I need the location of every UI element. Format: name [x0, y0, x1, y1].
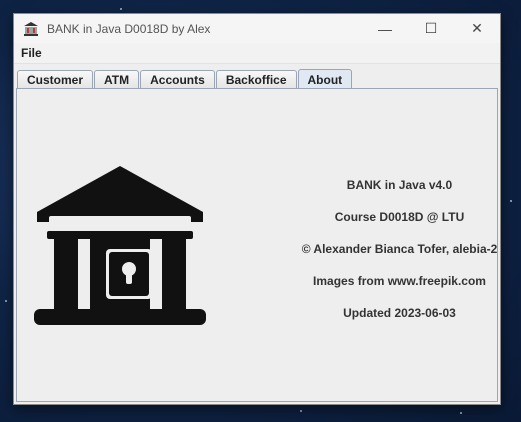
- tab-accounts[interactable]: Accounts: [140, 70, 215, 89]
- tab-atm[interactable]: ATM: [94, 70, 140, 89]
- close-button[interactable]: ✕: [454, 14, 500, 43]
- maximize-button[interactable]: ☐: [408, 14, 454, 43]
- bank-building-icon: [32, 164, 208, 335]
- tab-strip: Customer ATM Accounts Backoffice About: [17, 69, 353, 89]
- minimize-icon: —: [378, 20, 392, 37]
- tab-about[interactable]: About: [297, 69, 353, 89]
- tab-customer[interactable]: Customer: [17, 70, 94, 89]
- about-panel: BANK in Java v4.0 Course D0018D @ LTU © …: [16, 88, 498, 402]
- title-bar[interactable]: BANK in Java D0018D by Alex — ☐ ✕: [14, 14, 500, 43]
- close-icon: ✕: [471, 20, 483, 36]
- window-title: BANK in Java D0018D by Alex: [47, 21, 211, 36]
- about-updated: Updated 2023-06-03: [343, 306, 456, 320]
- app-window: BANK in Java D0018D by Alex — ☐ ✕ File C…: [13, 13, 501, 405]
- bank-app-icon: [23, 21, 39, 37]
- menu-file[interactable]: File: [21, 46, 42, 60]
- about-images-credit: Images from www.freepik.com: [313, 274, 486, 288]
- about-info: BANK in Java v4.0 Course D0018D @ LTU © …: [292, 178, 507, 338]
- about-course: Course D0018D @ LTU: [334, 210, 465, 224]
- maximize-icon: ☐: [424, 20, 438, 36]
- about-version: BANK in Java v4.0: [346, 178, 453, 192]
- minimize-button[interactable]: —: [362, 14, 408, 43]
- tab-backoffice[interactable]: Backoffice: [215, 70, 297, 89]
- about-author: © Alexander Bianca Tofer, alebia-2: [301, 242, 498, 256]
- menu-bar: File: [14, 43, 500, 64]
